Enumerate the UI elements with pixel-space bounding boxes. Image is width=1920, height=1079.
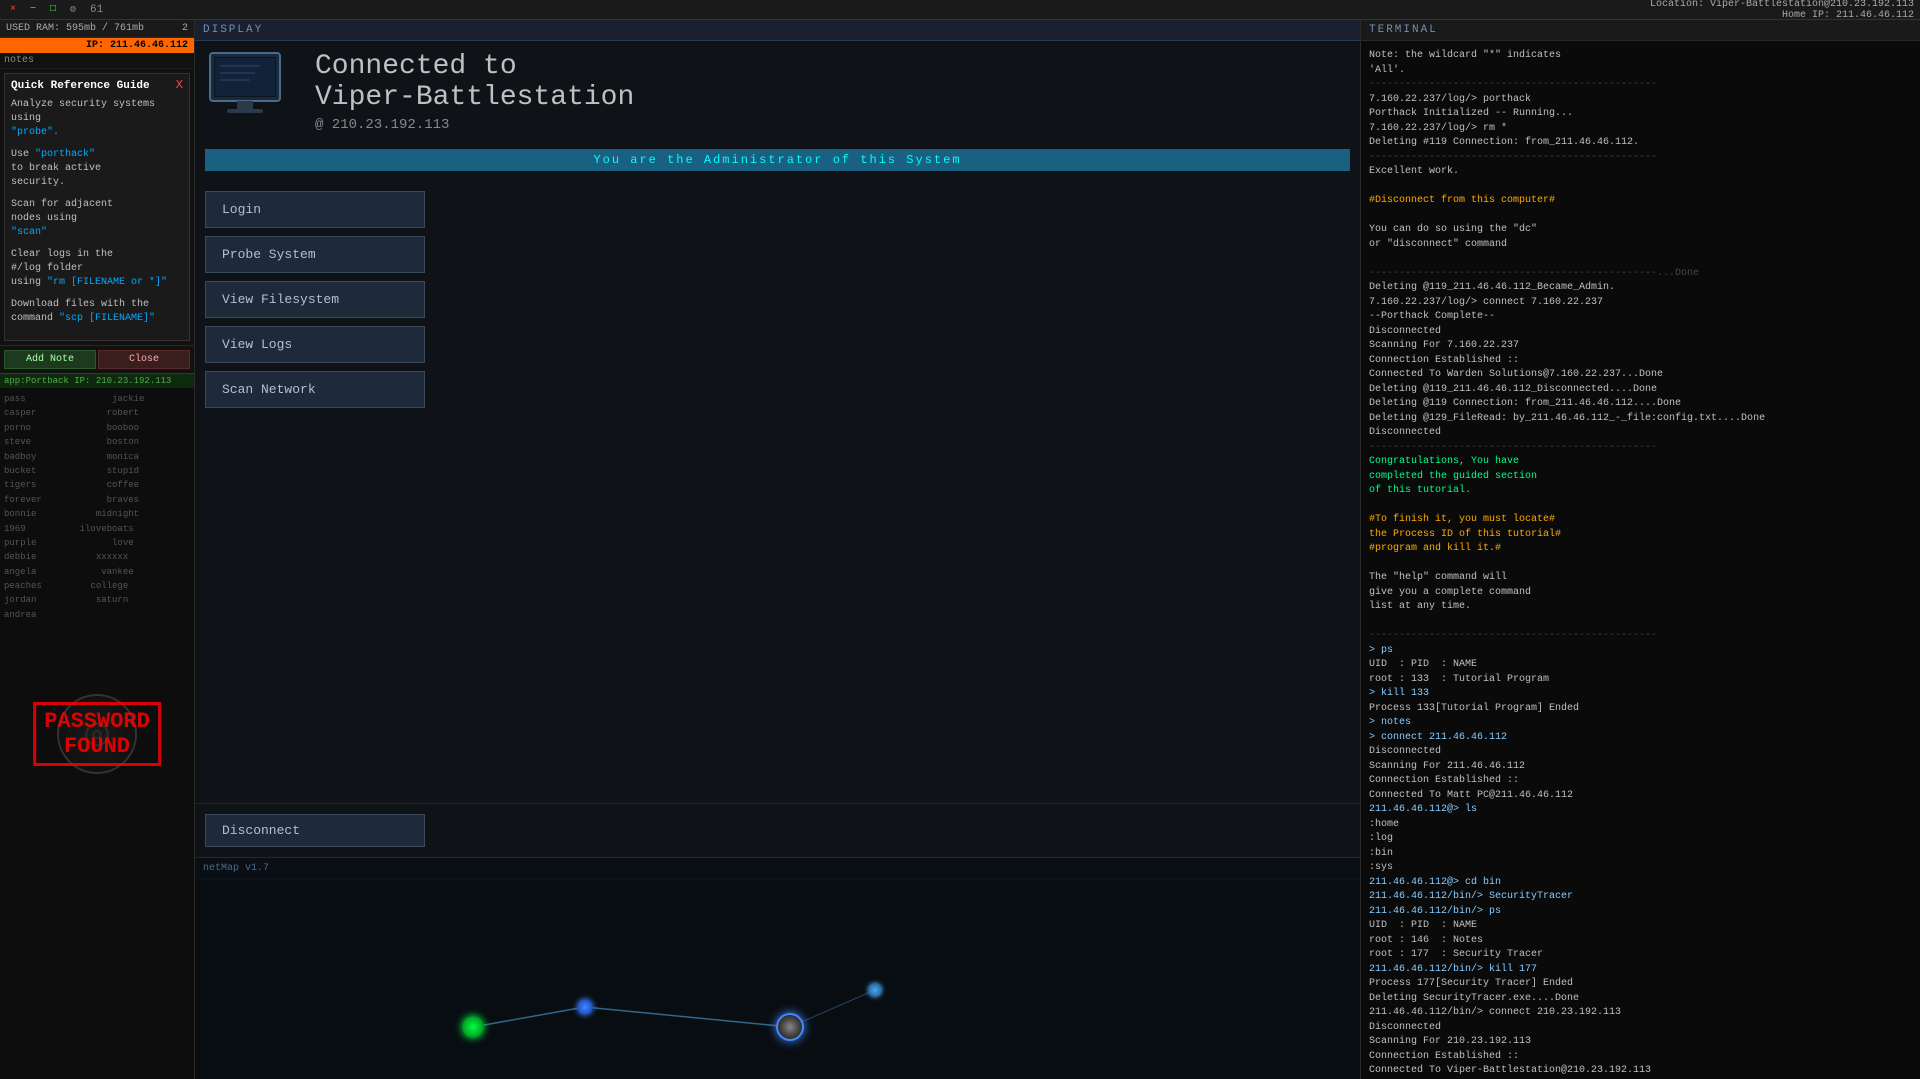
qr-item-scan: Scan for adjacentnodes using"scan" <box>11 198 183 240</box>
admin-banner: You are the Administrator of this System <box>205 149 1350 171</box>
connected-box: Connected to Viper-Battlestation @ 210.2… <box>205 51 1350 133</box>
settings-icon[interactable]: ⚙ <box>66 3 80 17</box>
top-bar: × − □ ⚙ 61 Location: Viper-Battlestation… <box>0 0 1920 20</box>
add-note-button[interactable]: Add Note <box>4 350 96 369</box>
term-line: :home:log:bin:sys <box>1369 818 1912 876</box>
location-text: Location: Viper-Battlestation@210.23.192… <box>1650 0 1914 10</box>
disconnect-area: Disconnect <box>195 803 1360 857</box>
connected-text: Connected to Viper-Battlestation @ 210.2… <box>315 51 634 133</box>
window-count: 61 <box>90 4 103 16</box>
ip-display: IP: 211.46.46.112 <box>0 38 194 53</box>
term-line: > kill 133 <box>1369 687 1912 702</box>
minimize-icon[interactable]: − <box>26 3 40 17</box>
term-line: 211.46.46.112/bin/> ps <box>1369 905 1912 920</box>
term-line: UID : PID : NAMEroot : 133 : Tutorial Pr… <box>1369 658 1912 687</box>
fingerprint-icon: ◎ <box>57 694 137 774</box>
term-line: #To finish it, you must locate#the Proce… <box>1369 513 1912 557</box>
qr-item-scp: Download files with thecommand "scp [FIL… <box>11 298 183 326</box>
ram-text: USED RAM: 595mb / 761mb <box>6 23 144 34</box>
filesystem-button[interactable]: View Filesystem <box>205 281 425 318</box>
terminal-panel: TERMINAL Note: the wildcard "*" indicate… <box>1360 20 1920 1079</box>
term-line: UID : PID : NAMEroot : 146 : Notesroot :… <box>1369 919 1912 963</box>
sidebar: USED RAM: 595mb / 761mb 2 IP: 211.46.46.… <box>0 20 195 1079</box>
app-portback-label: app:Portback IP: 210.23.192.113 <box>0 373 194 388</box>
sidebar-buttons: Add Note Close <box>0 345 194 373</box>
term-separator: ----------------------------------------… <box>1369 151 1912 166</box>
term-separator: ----------------------------------------… <box>1369 629 1912 644</box>
qr-item-rm: Clear logs in the#/log folderusing "rm [… <box>11 248 183 290</box>
connected-ip: @ 210.23.192.113 <box>315 117 634 133</box>
netmap-svg <box>195 880 1360 1079</box>
terminal-header: TERMINAL <box>1361 20 1920 41</box>
qr-item-probe: Analyze security systems using"probe". <box>11 98 183 140</box>
term-line: 211.46.46.112@> ls <box>1369 803 1912 818</box>
main-layout: USED RAM: 595mb / 761mb 2 IP: 211.46.46.… <box>0 20 1920 1079</box>
password-area: pass jackie casper robert porno booboo s… <box>0 388 194 1079</box>
netmap-bar: netMap v1.7 <box>195 857 1360 879</box>
notes-label: notes <box>0 53 194 69</box>
connected-line1: Connected to <box>315 51 634 82</box>
node-dot[interactable] <box>868 983 882 997</box>
term-line: 211.46.46.112/bin/> kill 177 <box>1369 963 1912 978</box>
home-ip-text: Home IP: 211.46.46.112 <box>1782 10 1914 21</box>
sidebar-close-button[interactable]: Close <box>98 350 190 369</box>
quick-ref-close-button[interactable]: X <box>176 78 183 92</box>
quick-reference-panel: Quick Reference Guide X Analyze security… <box>4 73 190 341</box>
close-icon[interactable]: × <box>6 3 20 17</box>
node-ring-active[interactable] <box>776 1013 804 1041</box>
term-line: 7.160.22.237/log/> porthackPorthack Init… <box>1369 93 1912 151</box>
ram-display: USED RAM: 595mb / 761mb 2 <box>0 20 194 38</box>
computer-icon <box>205 51 295 121</box>
node-blue[interactable] <box>577 999 593 1015</box>
term-line: Note: the wildcard "*" indicates'All'. <box>1369 49 1912 78</box>
top-bar-right: Location: Viper-Battlestation@210.23.192… <box>1650 0 1914 21</box>
term-line: > connect 211.46.46.112 <box>1369 731 1912 746</box>
ram-count: 2 <box>182 23 188 34</box>
term-line: 211.46.46.112/bin/> SecurityTracer <box>1369 890 1912 905</box>
netmap-label: netMap v1.7 <box>203 863 269 874</box>
logs-button[interactable]: View Logs <box>205 326 425 363</box>
term-separator: ----------------------------------------… <box>1369 78 1912 93</box>
maximize-icon[interactable]: □ <box>46 3 60 17</box>
term-line: Process 133[Tutorial Program] Ended <box>1369 702 1912 717</box>
netmap-view <box>195 879 1360 1079</box>
disconnect-button[interactable]: Disconnect <box>205 814 425 847</box>
probe-button[interactable]: Probe System <box>205 236 425 273</box>
term-line: You can do so using the "dc"or "disconne… <box>1369 223 1912 252</box>
term-line: Process 177[Security Tracer] EndedDeleti… <box>1369 977 1912 1079</box>
node-green[interactable] <box>462 1016 484 1038</box>
scan-button[interactable]: Scan Network <box>205 371 425 408</box>
login-button[interactable]: Login <box>205 191 425 228</box>
term-line: Congratulations, You havecompleted the g… <box>1369 455 1912 499</box>
terminal-content[interactable]: Note: the wildcard "*" indicates'All'. -… <box>1361 41 1920 1079</box>
term-line: Deleting @119_211.46.46.112_Became_Admin… <box>1369 281 1912 441</box>
connected-line2: Viper-Battlestation <box>315 82 634 113</box>
term-line: > ps <box>1369 644 1912 659</box>
display-panel: DISPLAY Connected <box>195 20 1360 1079</box>
term-separator: ----------------------------------------… <box>1369 441 1912 456</box>
term-line: #Disconnect from this computer# <box>1369 194 1912 209</box>
term-line: > notes <box>1369 716 1912 731</box>
term-line: 211.46.46.112@> cd bin <box>1369 876 1912 891</box>
display-content: Connected to Viper-Battlestation @ 210.2… <box>195 41 1360 803</box>
term-separator: ----------------------------------------… <box>1369 267 1912 282</box>
top-bar-left: × − □ ⚙ 61 <box>6 3 103 17</box>
term-line: DisconnectedScanning For 211.46.46.112Co… <box>1369 745 1912 803</box>
display-header: DISPLAY <box>195 20 1360 41</box>
qr-item-porthack: Use "porthack"to break activesecurity. <box>11 148 183 190</box>
quick-ref-title: Quick Reference Guide <box>11 80 183 92</box>
menu-buttons: Login Probe System View Filesystem View … <box>205 191 425 408</box>
term-line: Excellent work. <box>1369 165 1912 180</box>
term-line: The "help" command willgive you a comple… <box>1369 571 1912 615</box>
